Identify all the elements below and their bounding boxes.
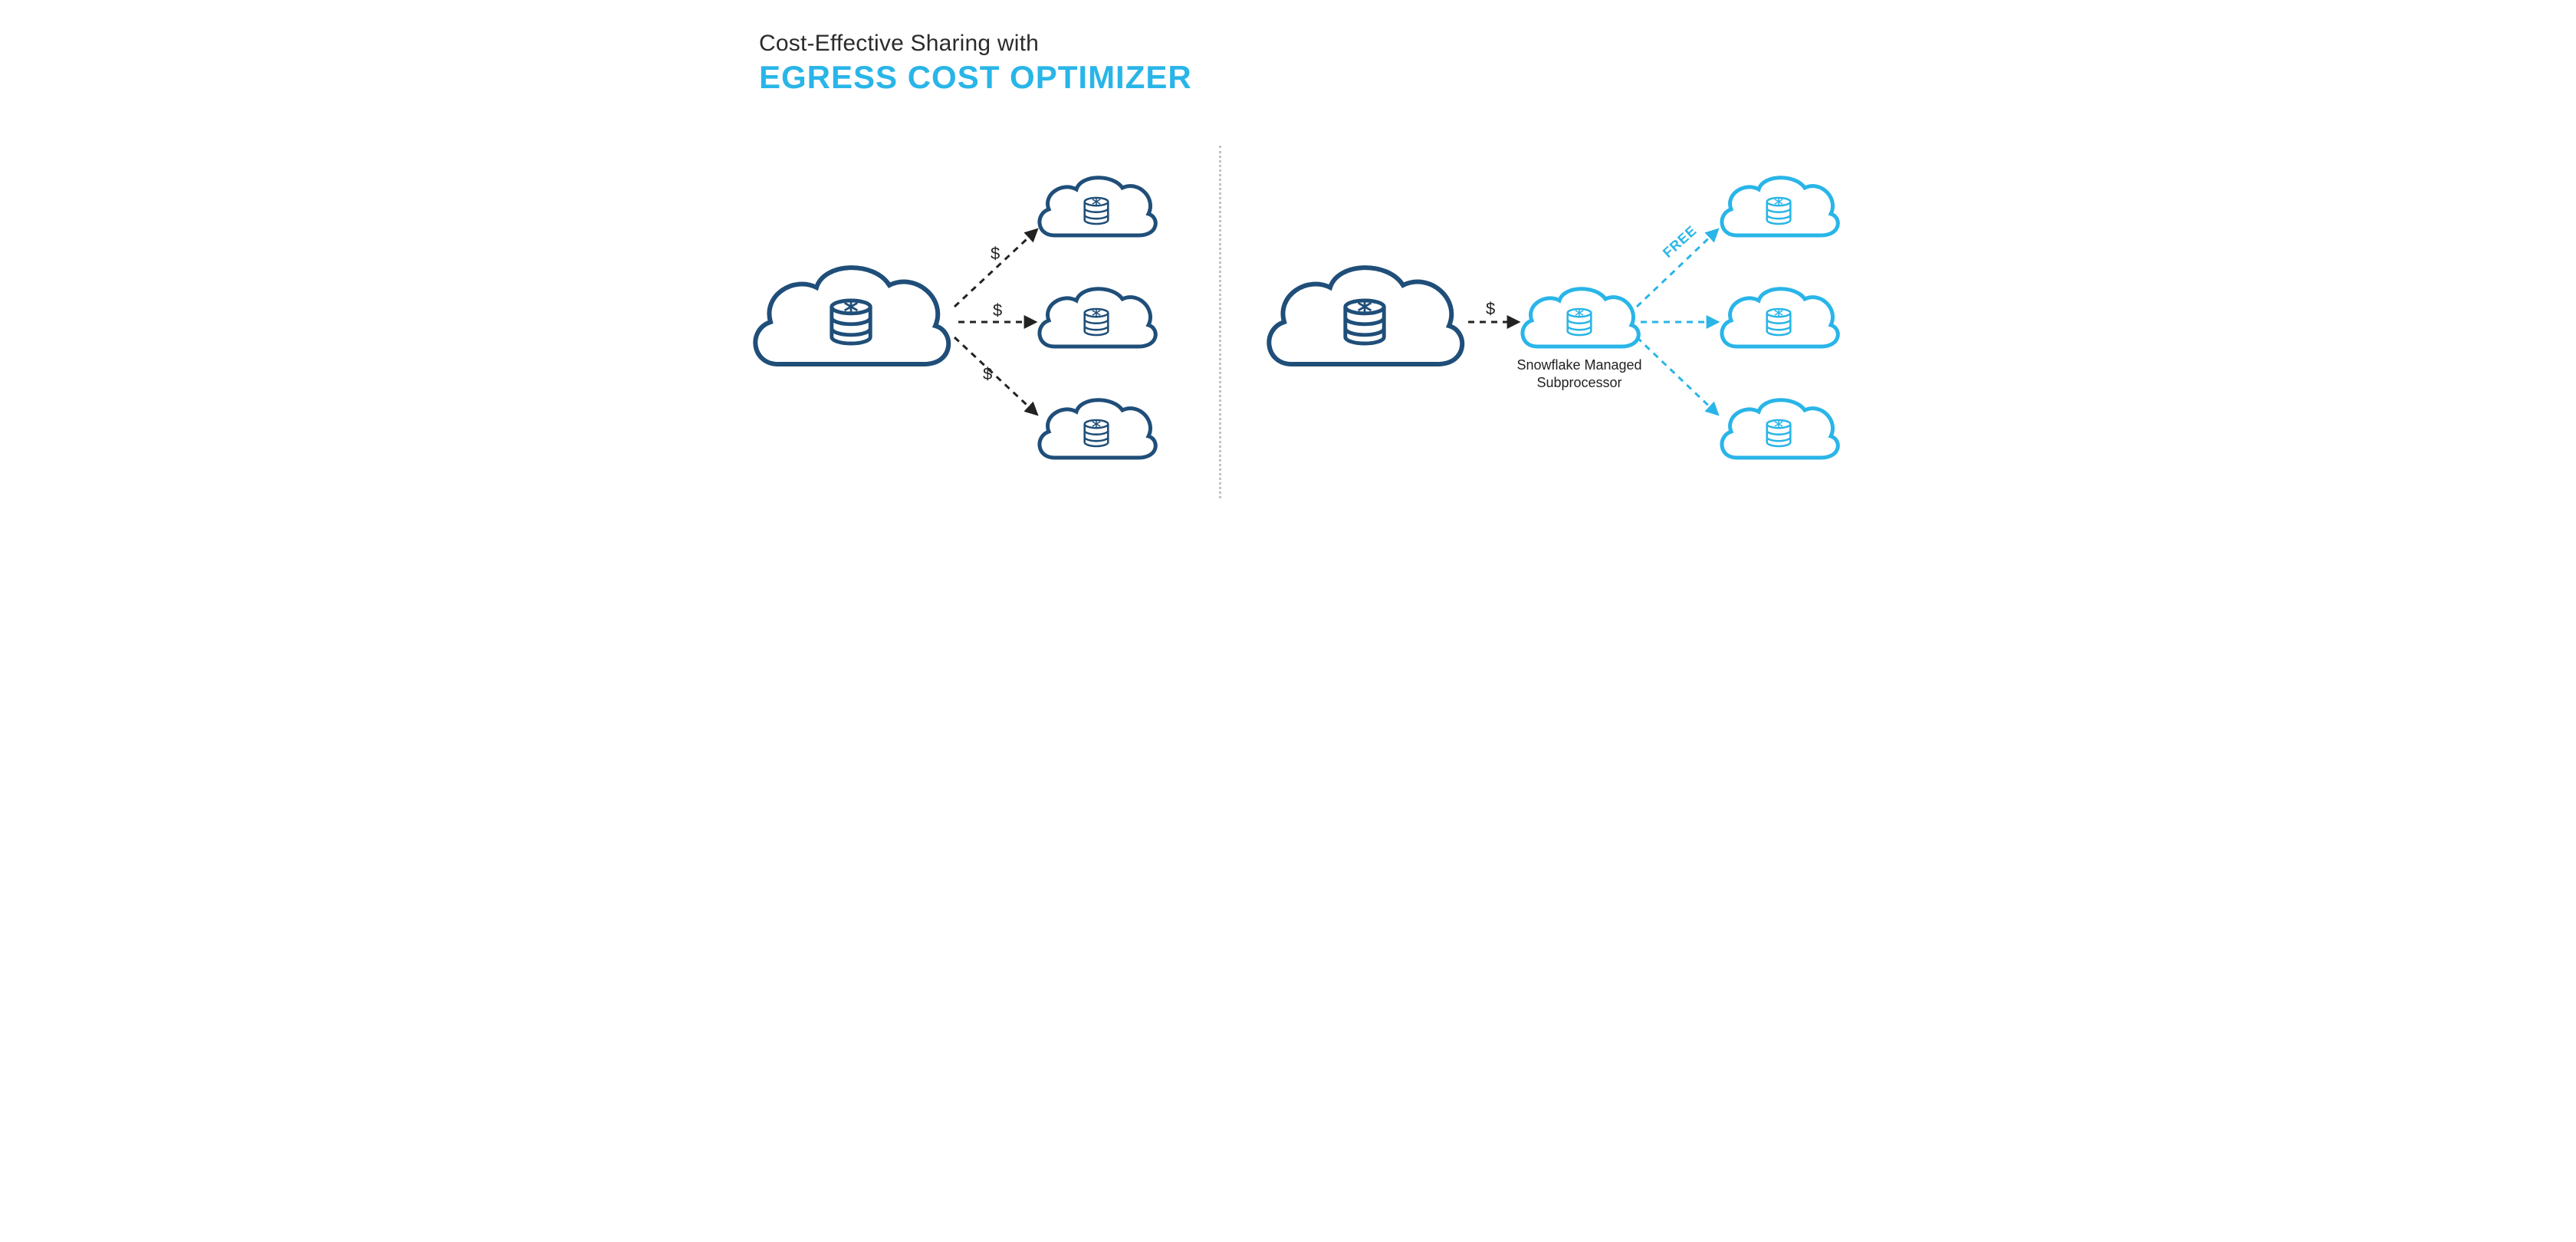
cloud-target-right-3-icon bbox=[1722, 400, 1838, 458]
cloud-target-left-2-icon bbox=[1040, 289, 1155, 347]
arrow-left-1 bbox=[955, 230, 1037, 307]
cloud-target-left-1-icon bbox=[1040, 178, 1155, 235]
arrow-left-3 bbox=[955, 337, 1037, 414]
cloud-target-right-1-icon bbox=[1722, 178, 1838, 235]
cloud-target-right-2-icon bbox=[1722, 289, 1838, 347]
cloud-source-right-icon bbox=[1269, 268, 1462, 364]
cost-label-left-3: $ bbox=[983, 364, 992, 384]
cost-label-left-1: $ bbox=[991, 244, 1000, 264]
diagram-canvas: Cost-Effective Sharing with EGRESS COST … bbox=[698, 0, 1878, 567]
cloud-target-left-3-icon bbox=[1040, 400, 1155, 458]
cost-label-right: $ bbox=[1486, 299, 1495, 319]
cost-label-left-2: $ bbox=[993, 301, 1002, 320]
cloud-source-left-icon bbox=[755, 268, 948, 364]
cloud-subprocessor-icon bbox=[1523, 289, 1638, 347]
subprocessor-label: Snowflake Managed Subprocessor bbox=[1514, 356, 1644, 393]
arrow-sub-3 bbox=[1637, 337, 1717, 414]
diagram-svg bbox=[698, 0, 1878, 567]
subprocessor-label-line1: Snowflake Managed bbox=[1516, 357, 1641, 373]
subprocessor-label-line2: Subprocessor bbox=[1536, 375, 1622, 390]
